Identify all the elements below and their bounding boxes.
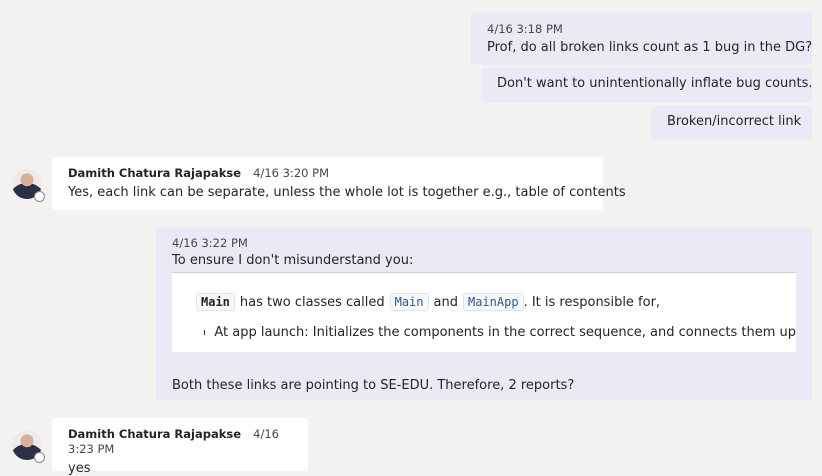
message-timestamp: 4/16 3:22 PM	[172, 236, 796, 250]
pasted-doc-excerpt: Main has two classes called Main and Mai…	[172, 272, 796, 352]
message-text: Don't want to unintentionally inflate bu…	[497, 76, 796, 91]
message-text: Both these links are pointing to SE-EDU.…	[172, 378, 574, 393]
message-text: To ensure I don't misunderstand you:	[172, 253, 796, 268]
message-text: Broken/incorrect link	[667, 114, 796, 129]
message-timestamp: 4/16 3:20 PM	[253, 166, 329, 180]
excerpt-bullet-text: At app launch: Initializes the component…	[214, 325, 796, 340]
message-bubble-own[interactable]: Broken/incorrect link	[651, 106, 812, 140]
message-bubble-other[interactable]: Damith Chatura Rajapakse 4/16 3:20 PM Ye…	[52, 157, 603, 210]
sender-name: Damith Chatura Rajapakse	[68, 427, 241, 441]
inline-code-link[interactable]: MainApp	[463, 293, 524, 311]
message-bubble-own[interactable]: 4/16 3:22 PM To ensure I don't misunders…	[156, 227, 812, 401]
excerpt-text: . It is responsible for,	[524, 295, 661, 310]
excerpt-text: and	[434, 295, 458, 310]
message-text: yes	[68, 461, 292, 476]
sender-name: Damith Chatura Rajapakse	[68, 166, 241, 180]
message-bubble-other[interactable]: Damith Chatura Rajapakse 4/16 3:23 PM ye…	[52, 418, 308, 471]
message-text: Prof, do all broken links count as 1 bug…	[487, 40, 796, 55]
avatar[interactable]	[12, 169, 42, 199]
presence-status-icon	[34, 191, 45, 202]
presence-status-icon	[34, 452, 45, 463]
inline-code-link[interactable]: Main	[390, 293, 429, 311]
avatar[interactable]	[12, 430, 42, 460]
inline-code: Main	[196, 293, 235, 311]
message-bubble-own[interactable]: 4/16 3:18 PM Prof, do all broken links c…	[471, 12, 812, 65]
excerpt-text: has two classes called	[240, 295, 385, 310]
message-text: Yes, each link can be separate, unless t…	[68, 185, 587, 200]
message-bubble-own[interactable]: Don't want to unintentionally inflate bu…	[481, 68, 812, 102]
message-timestamp: 4/16 3:18 PM	[487, 22, 796, 36]
